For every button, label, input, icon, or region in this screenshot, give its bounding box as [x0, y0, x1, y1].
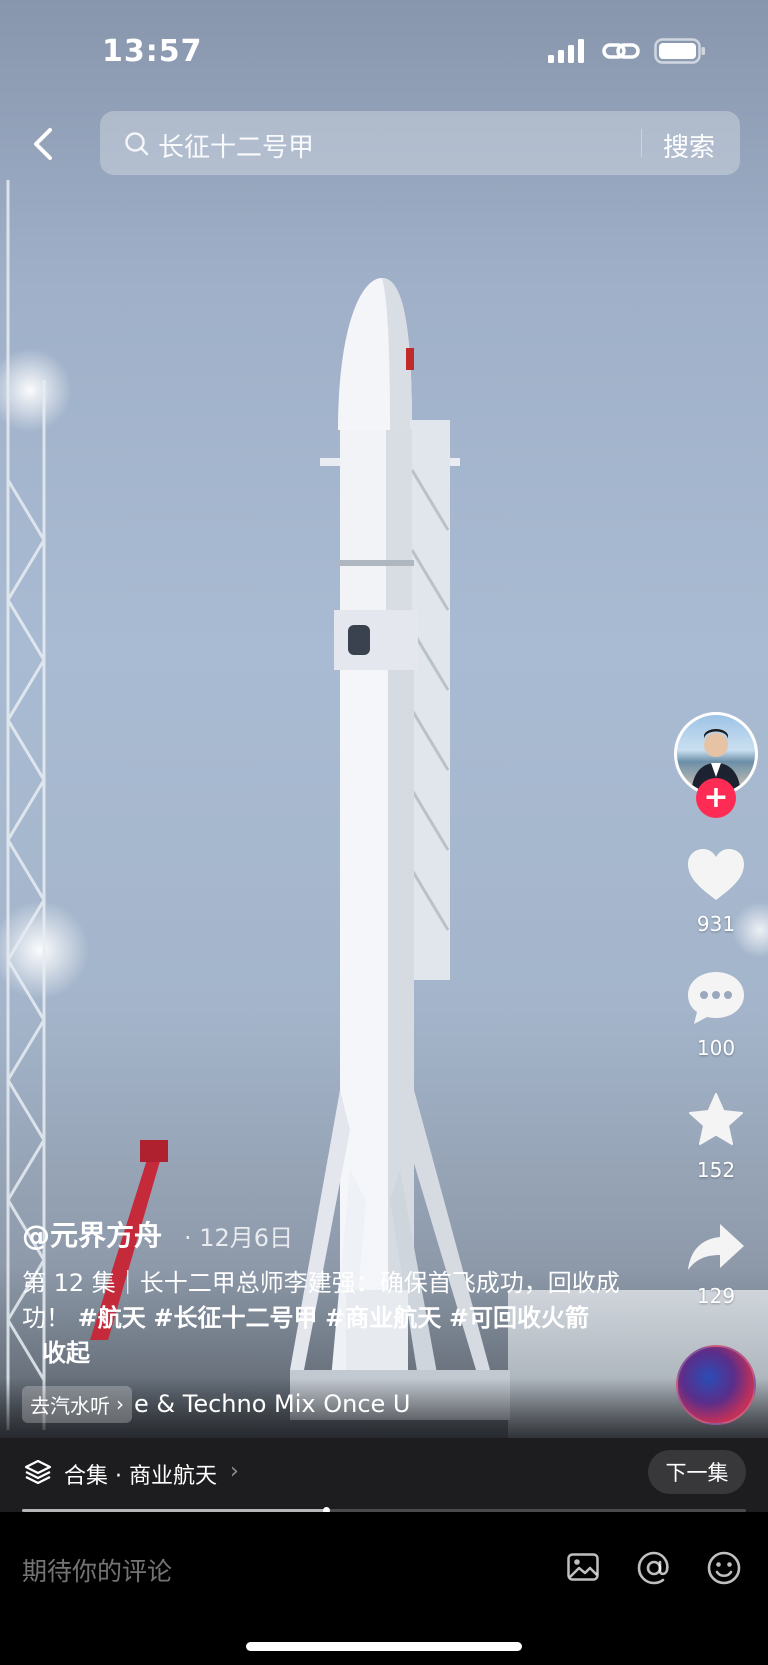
collection-bar[interactable]: 合集 · 商业航天 › 下一集: [0, 1438, 768, 1512]
emoji-icon[interactable]: [706, 1550, 742, 1586]
like-button[interactable]: 931: [680, 848, 752, 936]
comment-button[interactable]: 100: [680, 970, 752, 1060]
soda-listen-label: 去汽水听: [30, 1393, 110, 1418]
share-button[interactable]: 129: [680, 1222, 752, 1308]
status-time: 13:57: [102, 34, 203, 69]
next-episode-button[interactable]: 下一集: [648, 1450, 746, 1494]
follow-button[interactable]: +: [696, 778, 736, 818]
search-submit-button[interactable]: 搜索: [663, 127, 715, 164]
comment-icon: [688, 972, 744, 1024]
star-icon: [689, 1093, 743, 1145]
at-icon[interactable]: [636, 1550, 672, 1586]
author-name[interactable]: @元界方舟: [22, 1214, 162, 1254]
like-count: 931: [696, 912, 736, 936]
search-bar[interactable]: 长征十二号甲 搜索: [100, 111, 740, 175]
share-count: 129: [696, 1284, 736, 1308]
hashtag[interactable]: #长征十二号甲: [153, 1304, 317, 1332]
image-icon[interactable]: [566, 1550, 600, 1584]
rocket: [290, 278, 510, 1420]
chevron-right-icon: ›: [230, 1459, 239, 1484]
hashtag[interactable]: #商业航天: [325, 1304, 441, 1332]
signal-icon: [548, 39, 584, 63]
hashtag[interactable]: #航天: [78, 1304, 146, 1332]
hashtag[interactable]: #可回收火箭: [449, 1304, 589, 1332]
search-divider: [641, 129, 642, 157]
post-date: · 12月6日: [184, 1224, 294, 1252]
comment-bar: 期待你的评论: [0, 1512, 768, 1665]
comment-count: 100: [696, 1036, 736, 1060]
collapse-button[interactable]: 收起: [42, 1339, 90, 1367]
collection-label[interactable]: 合集 · 商业航天: [64, 1458, 217, 1490]
back-arrow-icon: [34, 128, 52, 160]
link-icon: [602, 43, 640, 59]
heart-icon: [688, 849, 744, 900]
soda-listen-button[interactable]: 去汽水听 ›: [22, 1385, 132, 1423]
search-input[interactable]: 长征十二号甲: [158, 127, 314, 164]
status-bar: 13:57: [0, 0, 768, 100]
post-caption: 第 12 集｜长十二甲总师李建强：确保首飞成功，回收成功！ #航天 #长征十二号…: [22, 1266, 622, 1371]
favorite-button[interactable]: 152: [680, 1092, 752, 1182]
layers-icon: [24, 1459, 52, 1485]
music-title[interactable]: e & Techno Mix Once U: [134, 1390, 456, 1418]
music-disc[interactable]: [676, 1345, 756, 1425]
comment-input[interactable]: 期待你的评论: [22, 1552, 172, 1588]
back-button[interactable]: [28, 122, 60, 166]
share-icon: [688, 1224, 744, 1270]
favorite-count: 152: [696, 1158, 736, 1182]
battery-icon: [654, 38, 705, 64]
chevron-right-icon: ›: [116, 1392, 124, 1416]
home-indicator: [246, 1642, 522, 1651]
music-row: 去汽水听 › e & Techno Mix Once U: [22, 1385, 456, 1423]
search-icon: [125, 132, 149, 156]
